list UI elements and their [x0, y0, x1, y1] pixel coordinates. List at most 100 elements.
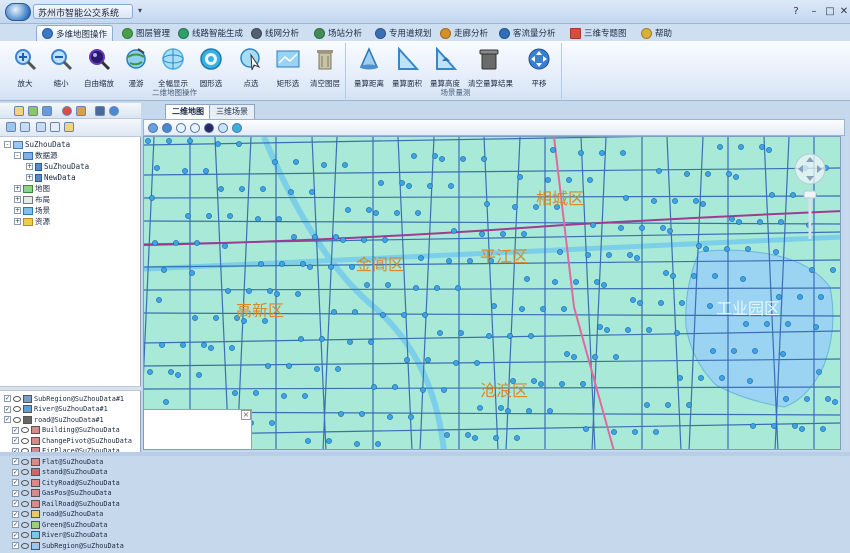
bus-stop-marker[interactable]: [269, 420, 275, 426]
bus-stop-marker[interactable]: [305, 438, 311, 444]
bus-stop-marker[interactable]: [276, 216, 282, 222]
bus-stop-marker[interactable]: [302, 393, 308, 399]
bus-stop-marker[interactable]: [766, 147, 772, 153]
bus-stop-marker[interactable]: [349, 264, 355, 270]
tab-route-generation[interactable]: 线路智能生成: [173, 25, 248, 41]
bus-stop-marker[interactable]: [448, 183, 454, 189]
bus-stop-marker[interactable]: [300, 261, 306, 267]
bus-stop-marker[interactable]: [206, 213, 212, 219]
layer-add-icon[interactable]: [20, 122, 30, 132]
bus-stop-marker[interactable]: [729, 216, 735, 222]
layer-item[interactable]: ✓ SubRegion@SuZhouData: [12, 540, 124, 551]
bus-stop-marker[interactable]: [474, 360, 480, 366]
bus-stop-marker[interactable]: [477, 405, 483, 411]
bus-stop-marker[interactable]: [696, 243, 702, 249]
bus-stop-marker[interactable]: [660, 225, 666, 231]
bus-stop-marker[interactable]: [227, 213, 233, 219]
bus-stop-marker[interactable]: [422, 312, 428, 318]
bus-stop-marker[interactable]: [698, 375, 704, 381]
free-zoom-button[interactable]: 自由缩放: [82, 45, 116, 89]
eye-icon[interactable]: [21, 437, 29, 444]
bus-stop-marker[interactable]: [606, 252, 612, 258]
bus-stop-marker[interactable]: [460, 156, 466, 162]
eye-icon[interactable]: [21, 458, 29, 465]
bus-stop-marker[interactable]: [514, 435, 520, 441]
info-icon[interactable]: [109, 106, 119, 116]
bus-stop-marker[interactable]: [816, 369, 822, 375]
measure-area-button[interactable]: 量算面积: [390, 45, 424, 89]
bus-stop-marker[interactable]: [545, 177, 551, 183]
layer-item[interactable]: ✓ ChangePivot@SuZhouData: [12, 435, 132, 446]
bus-stop-marker[interactable]: [799, 426, 805, 432]
layer-visibility-checkbox[interactable]: ✓: [12, 500, 19, 507]
bus-stop-marker[interactable]: [552, 279, 558, 285]
bus-stop-marker[interactable]: [528, 333, 534, 339]
layer-visibility-checkbox[interactable]: ✓: [12, 437, 19, 444]
bus-stop-marker[interactable]: [611, 429, 617, 435]
layer-visibility-checkbox[interactable]: ✓: [12, 531, 19, 539]
bus-stop-marker[interactable]: [484, 201, 490, 207]
bus-stop-marker[interactable]: [427, 183, 433, 189]
bus-stop-marker[interactable]: [446, 258, 452, 264]
zoom-in-tool-icon[interactable]: [176, 123, 186, 133]
tree-item-dataset[interactable]: + SuZhouData: [26, 161, 89, 172]
eye-icon[interactable]: [21, 500, 29, 507]
minimize-button[interactable]: –: [806, 5, 822, 19]
bus-stop-marker[interactable]: [288, 189, 294, 195]
bus-stop-marker[interactable]: [540, 306, 546, 312]
full-extent-button[interactable]: 全幅显示: [156, 45, 190, 89]
tree-item-maps[interactable]: + 地图: [14, 183, 50, 194]
layer-item[interactable]: ✓ RailRoad@SuZhouData: [12, 498, 120, 509]
tab-corridor-analysis[interactable]: 走廊分析: [435, 25, 493, 41]
bus-stop-marker[interactable]: [455, 285, 461, 291]
bus-stop-marker[interactable]: [500, 231, 506, 237]
bus-stop-marker[interactable]: [672, 198, 678, 204]
bus-stop-marker[interactable]: [361, 237, 367, 243]
bus-stop-marker[interactable]: [507, 333, 513, 339]
layer-visibility-checkbox[interactable]: ✓: [12, 458, 19, 465]
bus-stop-marker[interactable]: [236, 141, 242, 147]
bus-stop-marker[interactable]: [415, 210, 421, 216]
bus-stop-marker[interactable]: [274, 291, 280, 297]
bus-stop-marker[interactable]: [161, 267, 167, 273]
tree-item-layouts[interactable]: + 布局: [14, 194, 50, 205]
tree-item-datasource[interactable]: - 数据源: [14, 150, 58, 161]
bus-stop-marker[interactable]: [154, 165, 160, 171]
bus-stop-marker[interactable]: [408, 414, 414, 420]
bus-stop-marker[interactable]: [145, 138, 151, 144]
bus-stop-marker[interactable]: [691, 273, 697, 279]
bus-stop-marker[interactable]: [255, 216, 261, 222]
bus-stop-marker[interactable]: [630, 297, 636, 303]
bus-stop-marker[interactable]: [286, 363, 292, 369]
tab-network-analysis[interactable]: 线网分析: [246, 25, 304, 41]
quick-access-dropdown-icon[interactable]: ▾: [138, 6, 142, 15]
bus-stop-marker[interactable]: [378, 180, 384, 186]
bus-stop-marker[interactable]: [246, 288, 252, 294]
new-icon[interactable]: [28, 106, 38, 116]
bus-stop-marker[interactable]: [434, 285, 440, 291]
bus-stop-marker[interactable]: [769, 192, 775, 198]
bus-stop-marker[interactable]: [764, 321, 770, 327]
bus-stop-marker[interactable]: [159, 342, 165, 348]
bus-stop-marker[interactable]: [182, 168, 188, 174]
bus-stop-marker[interactable]: [163, 399, 169, 405]
bus-stop-marker[interactable]: [192, 315, 198, 321]
bus-stop-marker[interactable]: [335, 366, 341, 372]
bus-stop-marker[interactable]: [818, 294, 824, 300]
bus-stop-marker[interactable]: [693, 198, 699, 204]
bus-stop-marker[interactable]: [404, 357, 410, 363]
bus-stop-marker[interactable]: [392, 384, 398, 390]
bus-stop-marker[interactable]: [646, 327, 652, 333]
bus-stop-marker[interactable]: [566, 177, 572, 183]
layer-visibility-checkbox[interactable]: ✓: [4, 405, 11, 413]
zoom-out-tool-icon[interactable]: [190, 123, 200, 133]
layer-item[interactable]: ✓ road@SuZhouData: [12, 509, 103, 520]
bus-stop-marker[interactable]: [359, 411, 365, 417]
bus-stop-marker[interactable]: [375, 441, 381, 447]
bus-stop-marker[interactable]: [505, 408, 511, 414]
bus-stop-marker[interactable]: [189, 270, 195, 276]
bus-stop-marker[interactable]: [354, 441, 360, 447]
bus-stop-marker[interactable]: [571, 354, 577, 360]
bus-stop-marker[interactable]: [519, 306, 525, 312]
eye-icon[interactable]: [21, 511, 29, 517]
